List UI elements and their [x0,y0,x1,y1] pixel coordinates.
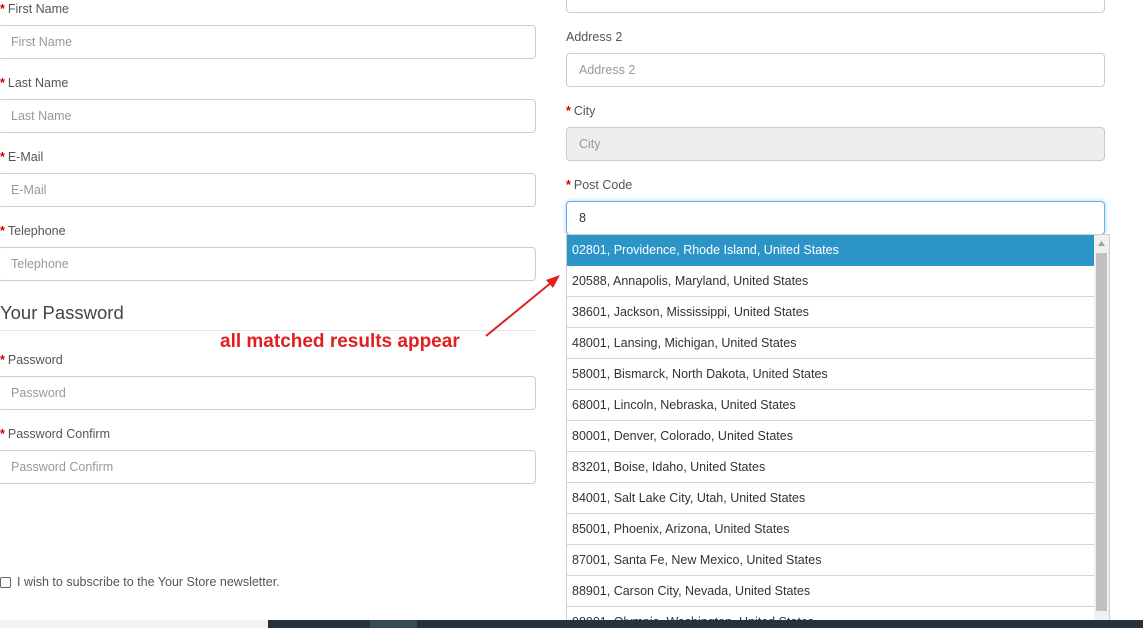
password-confirm-input[interactable] [0,450,536,484]
suggestion-item[interactable]: 80001, Denver, Colorado, United States [567,421,1095,452]
post-code-label: * Post Code [566,178,633,192]
suggestion-item[interactable]: 84001, Salt Lake City, Utah, United Stat… [567,483,1095,514]
suggestion-item[interactable]: 83201, Boise, Idaho, United States [567,452,1095,483]
suggestion-item[interactable]: 58001, Bismarck, North Dakota, United St… [567,359,1095,390]
required-marker: * [0,76,5,90]
required-marker: * [0,150,5,164]
telephone-input[interactable] [0,247,536,281]
telephone-label: * Telephone [0,224,66,238]
required-marker: * [0,224,5,238]
newsletter-option[interactable]: I wish to subscribe to the Your Store ne… [0,574,280,590]
taskbar [268,620,1143,628]
taskbar-item[interactable] [370,620,417,628]
email-input[interactable] [0,173,536,207]
suggestion-item[interactable]: 48001, Lansing, Michigan, United States [567,328,1095,359]
newsletter-checkbox[interactable] [0,576,11,588]
password-confirm-label: * Password Confirm [0,427,110,441]
post-code-input[interactable] [566,201,1105,235]
password-input[interactable] [0,376,536,410]
suggestion-item[interactable]: 68001, Lincoln, Nebraska, United States [567,390,1095,421]
first-name-input[interactable] [0,25,536,59]
suggestion-list: 02801, Providence, Rhode Island, United … [567,235,1095,627]
address-1-input[interactable] [566,0,1105,13]
post-code-suggestions[interactable]: 02801, Providence, Rhode Island, United … [566,234,1110,628]
taskbar-left [0,620,268,628]
required-marker: * [566,104,571,118]
required-marker: * [0,427,5,441]
city-label: * City [566,104,596,118]
last-name-input[interactable] [0,99,536,133]
city-input [566,127,1105,161]
suggestion-item[interactable]: 85001, Phoenix, Arizona, United States [567,514,1095,545]
required-marker: * [566,178,571,192]
first-name-label: * First Name [0,2,69,16]
password-label: * Password [0,353,63,367]
annotation-text: all matched results appear [220,331,460,352]
address-2-label: Address 2 [566,30,623,44]
password-section-title: Your Password [0,302,124,323]
scrollbar-thumb[interactable] [1096,253,1107,611]
suggestion-item[interactable]: 38601, Jackson, Mississippi, United Stat… [567,297,1095,328]
suggestion-item[interactable]: 88901, Carson City, Nevada, United State… [567,576,1095,607]
required-marker: * [0,2,5,16]
suggestion-item[interactable]: 87001, Santa Fe, New Mexico, United Stat… [567,545,1095,576]
email-label: * E-Mail [0,150,44,164]
last-name-label: * Last Name [0,76,69,90]
address-2-input[interactable] [566,53,1105,87]
scroll-up-arrow-icon[interactable] [1094,235,1109,252]
suggestion-item[interactable]: 02801, Providence, Rhode Island, United … [567,235,1095,266]
required-marker: * [0,353,5,367]
scrollbar[interactable] [1094,235,1109,627]
annotation-arrow-icon [485,275,560,337]
newsletter-label: I wish to subscribe to the Your Store ne… [17,575,280,589]
suggestion-item[interactable]: 20588, Annapolis, Maryland, United State… [567,266,1095,297]
